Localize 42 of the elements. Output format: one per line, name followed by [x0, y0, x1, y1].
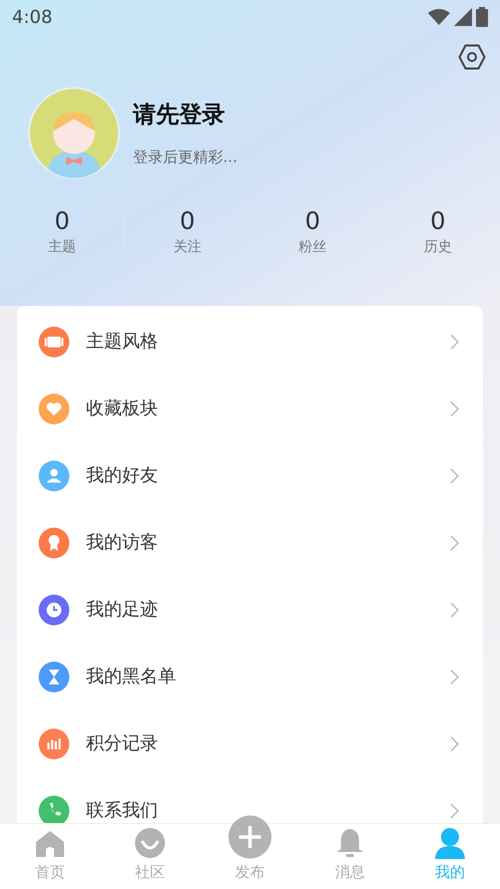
- menu-label: 积分记录: [86, 732, 159, 756]
- stat-value: 0: [430, 209, 446, 233]
- menu-item[interactable]: 主题风格: [17, 308, 483, 375]
- battery-icon: [476, 7, 488, 27]
- chevron-icon: [450, 468, 459, 484]
- menu-item[interactable]: 我的好友: [17, 442, 483, 509]
- login-prompt[interactable]: 请先登录: [133, 98, 238, 132]
- home-icon: [35, 828, 65, 858]
- chevron-icon: [450, 400, 459, 416]
- stat-label: 历史: [424, 238, 452, 257]
- chevron-icon: [450, 736, 459, 752]
- chevron-icon: [450, 668, 459, 684]
- chevron-icon: [450, 602, 459, 618]
- smile-icon: [134, 826, 166, 858]
- menu-label: 收藏板块: [86, 397, 159, 421]
- stat-label: 关注: [173, 238, 202, 257]
- menu-label: 我的足迹: [86, 598, 159, 622]
- settings-icon[interactable]: [458, 44, 486, 70]
- menu-item[interactable]: 我的足迹: [17, 576, 483, 643]
- wifi-icon: [428, 9, 450, 25]
- menu-item[interactable]: 积分记录: [17, 710, 483, 777]
- menu-label: 我的访客: [86, 531, 159, 555]
- menu-item[interactable]: 我的黑名单: [17, 643, 483, 710]
- chevron-icon: [450, 802, 459, 818]
- menu-label: 我的好友: [86, 464, 159, 488]
- person-icon: [434, 826, 466, 858]
- chevron-icon: [450, 334, 459, 350]
- menu-item[interactable]: 收藏板块: [17, 375, 483, 442]
- status-time: 4:08: [12, 6, 52, 30]
- stat-label: 粉丝: [298, 238, 327, 257]
- chevron-icon: [450, 534, 459, 550]
- stat-label: 主题: [48, 238, 76, 257]
- stat-value: 0: [54, 209, 70, 233]
- stat-value: 0: [180, 209, 196, 233]
- stat-value: 0: [304, 209, 320, 233]
- login-subtitle: 登录后更精彩...: [133, 147, 238, 168]
- menu-item[interactable]: 我的访客: [17, 509, 483, 576]
- signal-icon: [454, 8, 472, 26]
- menu-label: 我的黑名单: [86, 665, 177, 689]
- menu-label: 联系我们: [86, 799, 159, 823]
- menu-label: 主题风格: [86, 330, 159, 354]
- bell-icon: [335, 826, 365, 858]
